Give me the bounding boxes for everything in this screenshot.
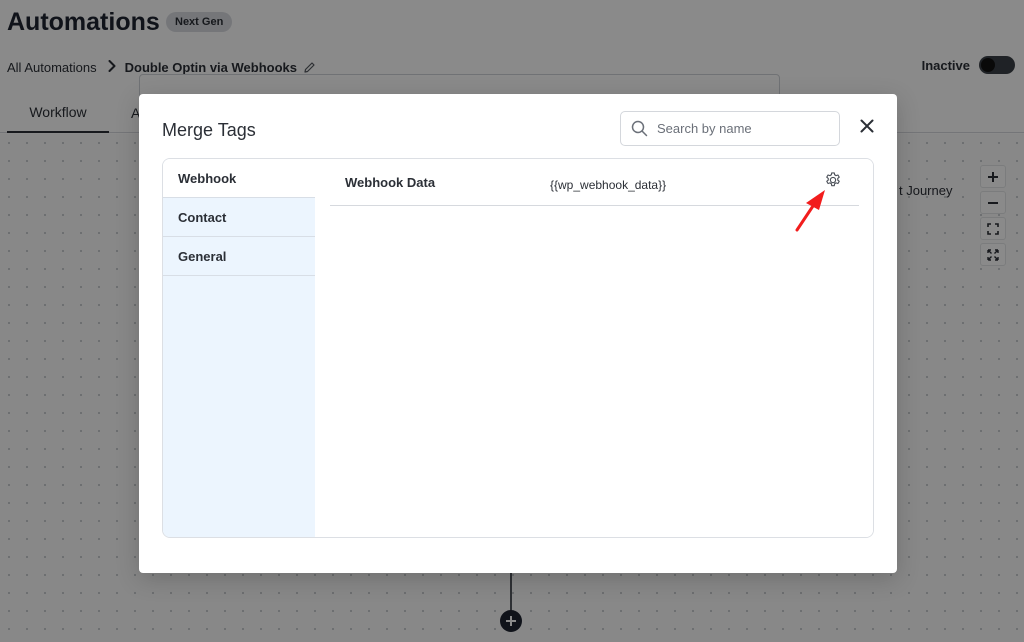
close-button[interactable]: [855, 114, 879, 138]
category-sidebar: Webhook Contact General: [163, 159, 315, 537]
tag-row[interactable]: Webhook Data {{wp_webhook_data}}: [330, 159, 859, 206]
merge-tags-modal: Merge Tags Webhook Contact General Webho…: [139, 94, 897, 573]
gear-icon[interactable]: [824, 171, 842, 189]
tag-name: Webhook Data: [345, 175, 436, 190]
search-field[interactable]: [620, 111, 840, 146]
close-icon: [860, 119, 874, 133]
merge-tags-panel: Webhook Contact General Webhook Data {{w…: [162, 158, 874, 538]
category-contact[interactable]: Contact: [163, 198, 315, 237]
search-input[interactable]: [657, 121, 827, 136]
category-webhook[interactable]: Webhook: [163, 159, 315, 198]
tag-value[interactable]: {{wp_webhook_data}}: [550, 178, 666, 192]
modal-title: Merge Tags: [162, 120, 256, 140]
category-general[interactable]: General: [163, 237, 315, 276]
search-icon: [631, 120, 648, 137]
tag-list: Webhook Data {{wp_webhook_data}}: [315, 159, 873, 537]
